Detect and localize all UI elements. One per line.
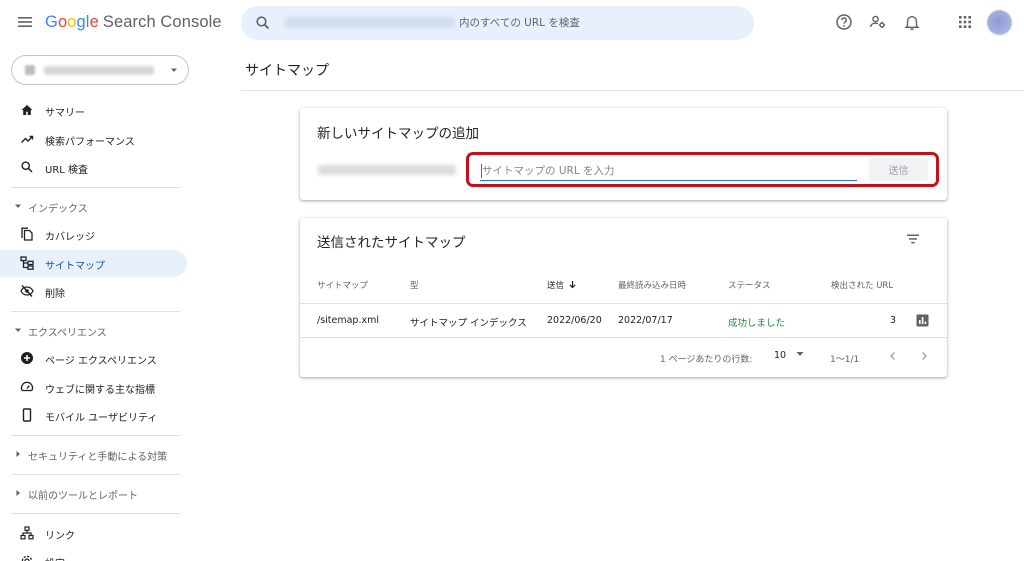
sidebar-divider (11, 474, 180, 475)
url-inspection-search[interactable]: 内のすべての URL を検査 (241, 6, 754, 40)
sidebar-divider (11, 435, 180, 436)
submitted-sitemaps-title: 送信されたサイトマップ (317, 235, 466, 251)
rows-per-page-label: 1 ページあたりの行数: (660, 355, 753, 365)
column-header-sitemap[interactable]: サイトマップ (317, 279, 368, 291)
visibility-off-icon (20, 285, 34, 297)
sidebar-section-index[interactable]: インデックス (0, 196, 187, 216)
home-icon (21, 105, 33, 115)
caret-down-icon (15, 204, 21, 208)
caret-right-icon (16, 490, 20, 496)
links-tree-icon (20, 526, 34, 540)
column-header-type[interactable]: 型 (410, 279, 419, 291)
product-logo[interactable]: Google Search Console (45, 13, 222, 32)
chevron-left-icon[interactable] (887, 350, 899, 362)
speed-gauge-icon (20, 381, 34, 392)
cell-sitemap-path[interactable]: /sitemap.xml (317, 315, 379, 326)
chevron-right-icon[interactable] (918, 350, 930, 362)
smartphone-icon (22, 408, 32, 422)
search-icon (21, 161, 33, 173)
cell-discovered-urls: 3 (890, 315, 897, 326)
sidebar-section-legacy-tools[interactable]: 以前のツールとレポート (0, 483, 187, 503)
caret-down-icon (171, 68, 177, 72)
property-name-redacted (44, 66, 154, 75)
caret-right-icon (16, 451, 20, 457)
trending-up-icon (21, 135, 34, 143)
property-url-prefix-redacted (318, 165, 456, 175)
column-header-last-read[interactable]: 最終読み込み日時 (618, 279, 686, 291)
submit-sitemap-button[interactable]: 送信 (869, 158, 928, 181)
rows-per-page-select[interactable]: 10 (774, 350, 804, 364)
caret-down-icon (796, 352, 804, 356)
property-url-redacted (285, 17, 455, 28)
filter-list-icon[interactable] (906, 233, 920, 245)
top-app-bar: Google Search Console 内のすべての URL を検査 (0, 0, 1024, 46)
sidebar-item-coverage[interactable]: カバレッジ (0, 221, 187, 248)
sidebar-divider (11, 311, 180, 312)
settings-icon (21, 555, 33, 561)
arrow-down-icon (569, 281, 576, 289)
account-avatar[interactable] (987, 10, 1012, 35)
sidebar-nav: サマリー 検索パフォーマンス URL 検査 インデックス カバレッジ サイトマッ… (0, 46, 195, 561)
sidebar-divider (11, 187, 180, 188)
cell-status: 成功しました (728, 318, 786, 329)
menu-icon[interactable] (17, 14, 33, 30)
submitted-sitemaps-card: 送信されたサイトマップ サイトマップ 型 送信 最終読み込み日時 ステータス 検… (300, 218, 947, 377)
add-sitemap-card: 新しいサイトマップの追加 送信 (300, 108, 947, 200)
property-favicon (25, 65, 35, 75)
property-selector[interactable] (11, 55, 189, 85)
sidebar-item-mobile-usability[interactable]: モバイル ユーザビリティ (0, 402, 187, 429)
notifications-bell-icon[interactable] (903, 13, 921, 31)
search-icon (256, 16, 270, 30)
admin-users-icon[interactable] (869, 13, 887, 31)
pagination-range: 1〜1/1 (830, 355, 860, 365)
cell-submitted-date: 2022/06/20 (547, 315, 602, 326)
table-divider (300, 303, 947, 304)
sidebar-item-summary[interactable]: サマリー (0, 97, 187, 124)
search-placeholder: 内のすべての URL を検査 (459, 17, 580, 29)
page-title: サイトマップ (245, 63, 329, 79)
text-cursor (481, 164, 482, 178)
sidebar-item-page-experience[interactable]: ページ エクスペリエンス (0, 345, 187, 372)
product-name: Search Console (102, 13, 222, 31)
sidebar-item-url-inspection[interactable]: URL 検査 (0, 154, 187, 181)
copy-pages-icon (21, 227, 33, 241)
caret-down-icon (15, 328, 21, 332)
add-circle-icon (21, 352, 33, 364)
title-divider (241, 90, 1024, 91)
sidebar-item-sitemaps[interactable]: サイトマップ (0, 250, 187, 277)
bar-chart-icon[interactable] (916, 314, 929, 327)
help-icon[interactable] (835, 13, 853, 31)
sidebar-item-settings[interactable]: 設定 (0, 548, 187, 561)
column-header-discovered-urls[interactable]: 検出された URL (831, 279, 893, 291)
cell-type: サイトマップ インデックス (410, 318, 527, 329)
column-header-status[interactable]: ステータス (728, 279, 771, 291)
sidebar-item-links[interactable]: リンク (0, 520, 187, 547)
column-header-submitted[interactable]: 送信 (547, 279, 577, 291)
sidebar-section-security[interactable]: セキュリティと手動による対策 (0, 444, 187, 464)
sidebar-item-performance[interactable]: 検索パフォーマンス (0, 126, 187, 153)
sidebar-divider (11, 513, 180, 514)
sitemap-icon (20, 256, 34, 270)
sidebar-item-removals[interactable]: 削除 (0, 278, 187, 305)
add-sitemap-title: 新しいサイトマップの追加 (317, 126, 479, 142)
cell-last-read-date: 2022/07/17 (618, 315, 673, 326)
table-divider (300, 337, 947, 338)
sidebar-section-experience[interactable]: エクスペリエンス (0, 320, 187, 340)
sidebar-item-core-web-vitals[interactable]: ウェブに関する主な指標 (0, 374, 187, 401)
sitemap-url-input[interactable] (480, 162, 857, 181)
apps-grid-icon[interactable] (956, 13, 974, 31)
